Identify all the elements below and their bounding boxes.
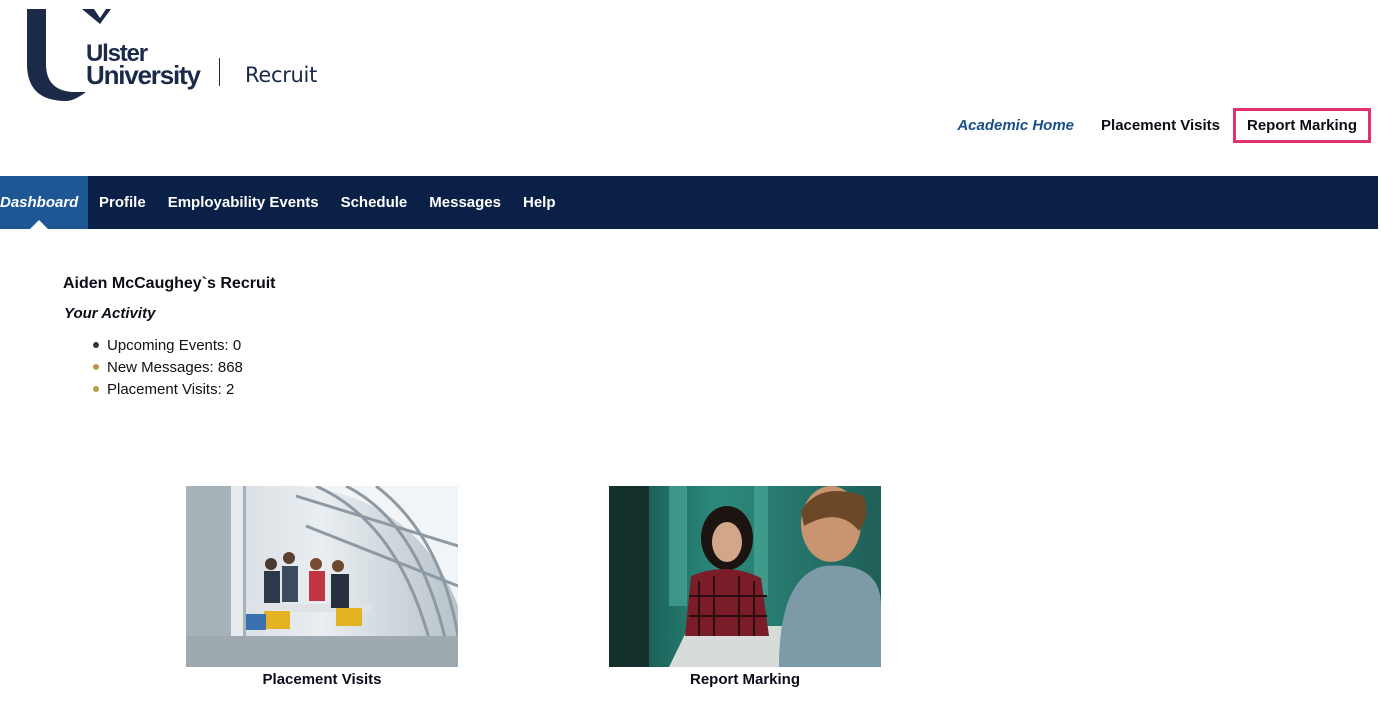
bullet-icon bbox=[93, 386, 99, 392]
placement-visits-tile[interactable]: Placement Visits bbox=[186, 486, 458, 688]
activity-list: Upcoming Events: 0 New Messages: 868 Pla… bbox=[93, 334, 243, 400]
nav-employability-events[interactable]: Employability Events bbox=[157, 176, 330, 229]
placement-visits-link[interactable]: Placement Visits bbox=[1088, 108, 1233, 143]
report-marking-tile-label[interactable]: Report Marking bbox=[609, 671, 881, 688]
academic-home-link[interactable]: Academic Home bbox=[944, 108, 1087, 143]
page: Ulster University Recruit Academic Home … bbox=[0, 0, 1381, 715]
page-title: Aiden McCaughey`s Recruit bbox=[63, 275, 276, 292]
placement-visits-tile-label[interactable]: Placement Visits bbox=[186, 671, 458, 688]
bullet-icon bbox=[93, 342, 99, 348]
university-logo[interactable]: Ulster University Recruit bbox=[24, 6, 324, 106]
nav-messages[interactable]: Messages bbox=[418, 176, 512, 229]
student-interview-photo[interactable] bbox=[609, 486, 881, 667]
main-navbar: Dashboard Profile Employability Events S… bbox=[0, 176, 1378, 229]
activity-heading: Your Activity bbox=[64, 305, 156, 322]
bullet-icon bbox=[93, 364, 99, 370]
activity-new-messages: New Messages: 868 bbox=[93, 356, 243, 378]
activity-text: Upcoming Events: 0 bbox=[107, 336, 242, 354]
nav-profile[interactable]: Profile bbox=[88, 176, 157, 229]
logo-divider bbox=[219, 58, 220, 86]
report-marking-tile[interactable]: Report Marking bbox=[609, 486, 881, 688]
nav-schedule[interactable]: Schedule bbox=[330, 176, 419, 229]
activity-text: New Messages: 868 bbox=[107, 358, 243, 376]
logo-text-university: University bbox=[86, 60, 201, 90]
activity-placement-visits: Placement Visits: 2 bbox=[93, 378, 243, 400]
logo-text-recruit: Recruit bbox=[245, 63, 318, 87]
top-links: Academic Home Placement Visits Report Ma… bbox=[944, 108, 1371, 143]
activity-upcoming-events: Upcoming Events: 0 bbox=[93, 334, 243, 356]
nav-dashboard[interactable]: Dashboard bbox=[0, 176, 88, 229]
report-marking-link[interactable]: Report Marking bbox=[1232, 108, 1371, 143]
nav-help[interactable]: Help bbox=[512, 176, 567, 229]
office-meeting-photo[interactable] bbox=[186, 486, 458, 667]
activity-text: Placement Visits: 2 bbox=[107, 380, 235, 398]
